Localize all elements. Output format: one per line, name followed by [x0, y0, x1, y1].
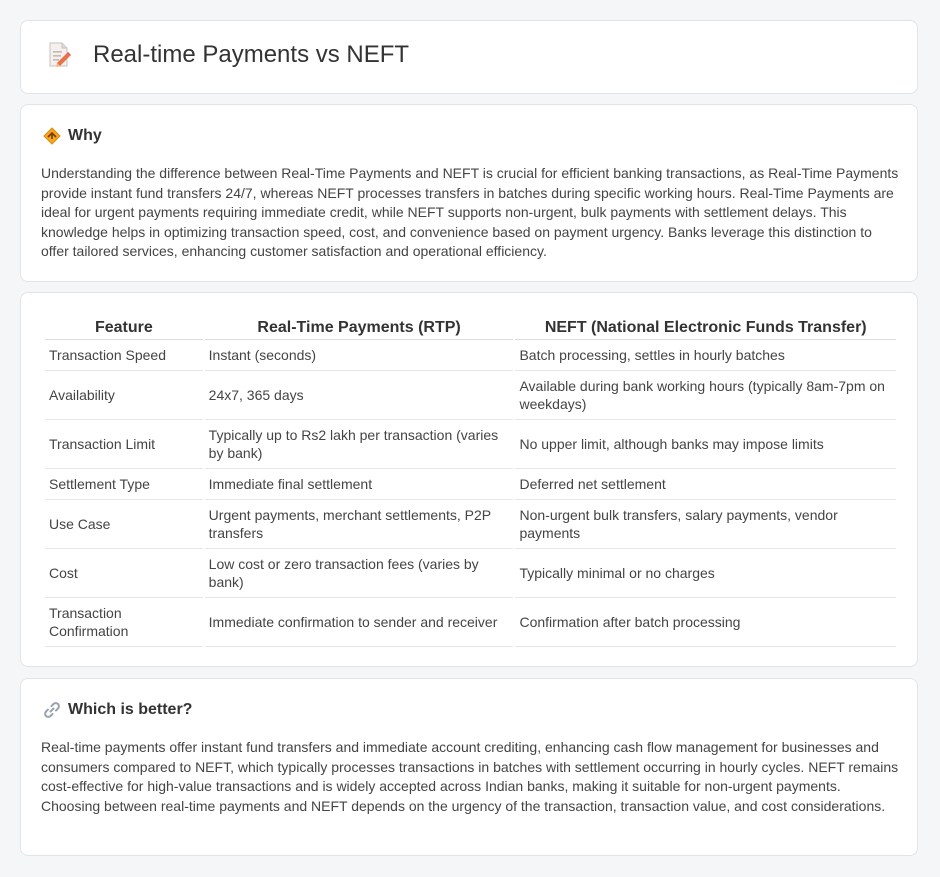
feature-cell: Transaction Speed	[45, 340, 203, 371]
rtp-cell: 24x7, 365 days	[204, 371, 514, 420]
feature-cell: Transaction Limit	[45, 420, 203, 469]
neft-cell: Non-urgent bulk transfers, salary paymen…	[515, 500, 896, 549]
comparison-table: Feature Real-Time Payments (RTP) NEFT (N…	[43, 315, 898, 647]
which-better-card: Which is better? Real-time payments offe…	[20, 678, 918, 856]
rtp-cell: Immediate final settlement	[204, 469, 514, 500]
why-heading-row: Why	[43, 127, 102, 145]
table-header-row: Feature Real-Time Payments (RTP) NEFT (N…	[45, 315, 896, 340]
feature-cell: Settlement Type	[45, 469, 203, 500]
rtp-cell: Typically up to Rs2 lakh per transaction…	[204, 420, 514, 469]
page-title: Real-time Payments vs NEFT	[93, 41, 410, 68]
comparison-card: Feature Real-Time Payments (RTP) NEFT (N…	[20, 292, 918, 667]
header-rtp: Real-Time Payments (RTP)	[204, 315, 514, 340]
table-row: Availability 24x7, 365 days Available du…	[45, 371, 896, 420]
title-row: Real-time Payments vs NEFT	[47, 41, 409, 69]
feature-cell: Transaction Confirmation	[45, 598, 203, 647]
header-neft: NEFT (National Electronic Funds Transfer…	[515, 315, 896, 340]
neft-cell: Confirmation after batch processing	[515, 598, 896, 647]
rtp-cell: Low cost or zero transaction fees (varie…	[204, 549, 514, 598]
title-card: Real-time Payments vs NEFT	[20, 20, 918, 94]
table-row: Use Case Urgent payments, merchant settl…	[45, 500, 896, 549]
rtp-cell: Urgent payments, merchant settlements, P…	[204, 500, 514, 549]
diamond-arrow-icon	[43, 127, 61, 145]
neft-cell: Batch processing, settles in hourly batc…	[515, 340, 896, 371]
neft-cell: Deferred net settlement	[515, 469, 896, 500]
document-pencil-icon	[47, 41, 71, 69]
better-text: Real-time payments offer instant fund tr…	[41, 739, 899, 814]
neft-cell: Available during bank working hours (typ…	[515, 371, 896, 420]
better-heading-row: Which is better?	[43, 701, 192, 719]
table-row: Transaction Limit Typically up to Rs2 la…	[45, 420, 896, 469]
why-card: Why Understanding the difference between…	[20, 104, 918, 282]
better-heading: Which is better?	[68, 701, 193, 718]
link-icon	[43, 701, 61, 719]
rtp-cell: Immediate confirmation to sender and rec…	[204, 598, 514, 647]
table-row: Transaction Confirmation Immediate confi…	[45, 598, 896, 647]
feature-cell: Availability	[45, 371, 203, 420]
feature-cell: Use Case	[45, 500, 203, 549]
table-row: Settlement Type Immediate final settleme…	[45, 469, 896, 500]
header-feature: Feature	[45, 315, 203, 340]
table-row: Cost Low cost or zero transaction fees (…	[45, 549, 896, 598]
neft-cell: Typically minimal or no charges	[515, 549, 896, 598]
feature-cell: Cost	[45, 549, 203, 598]
rtp-cell: Instant (seconds)	[204, 340, 514, 371]
table-row: Transaction Speed Instant (seconds) Batc…	[45, 340, 896, 371]
why-text: Understanding the difference between Rea…	[41, 165, 899, 260]
why-heading: Why	[68, 127, 102, 144]
neft-cell: No upper limit, although banks may impos…	[515, 420, 896, 469]
